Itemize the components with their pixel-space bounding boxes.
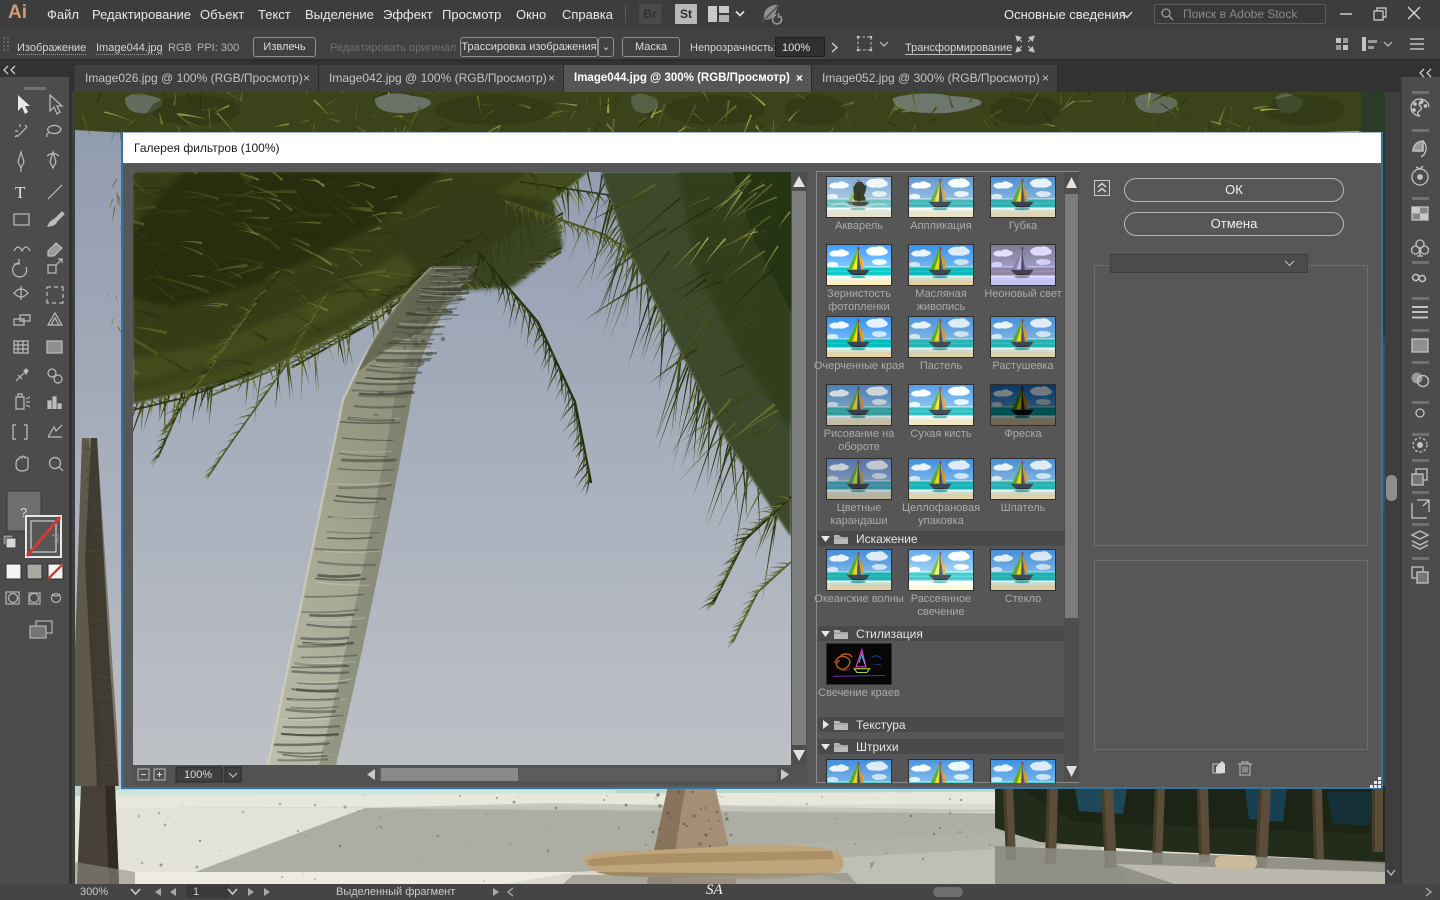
svg-text:100%: 100% — [184, 769, 212, 781]
svg-text:T: T — [15, 183, 26, 202]
